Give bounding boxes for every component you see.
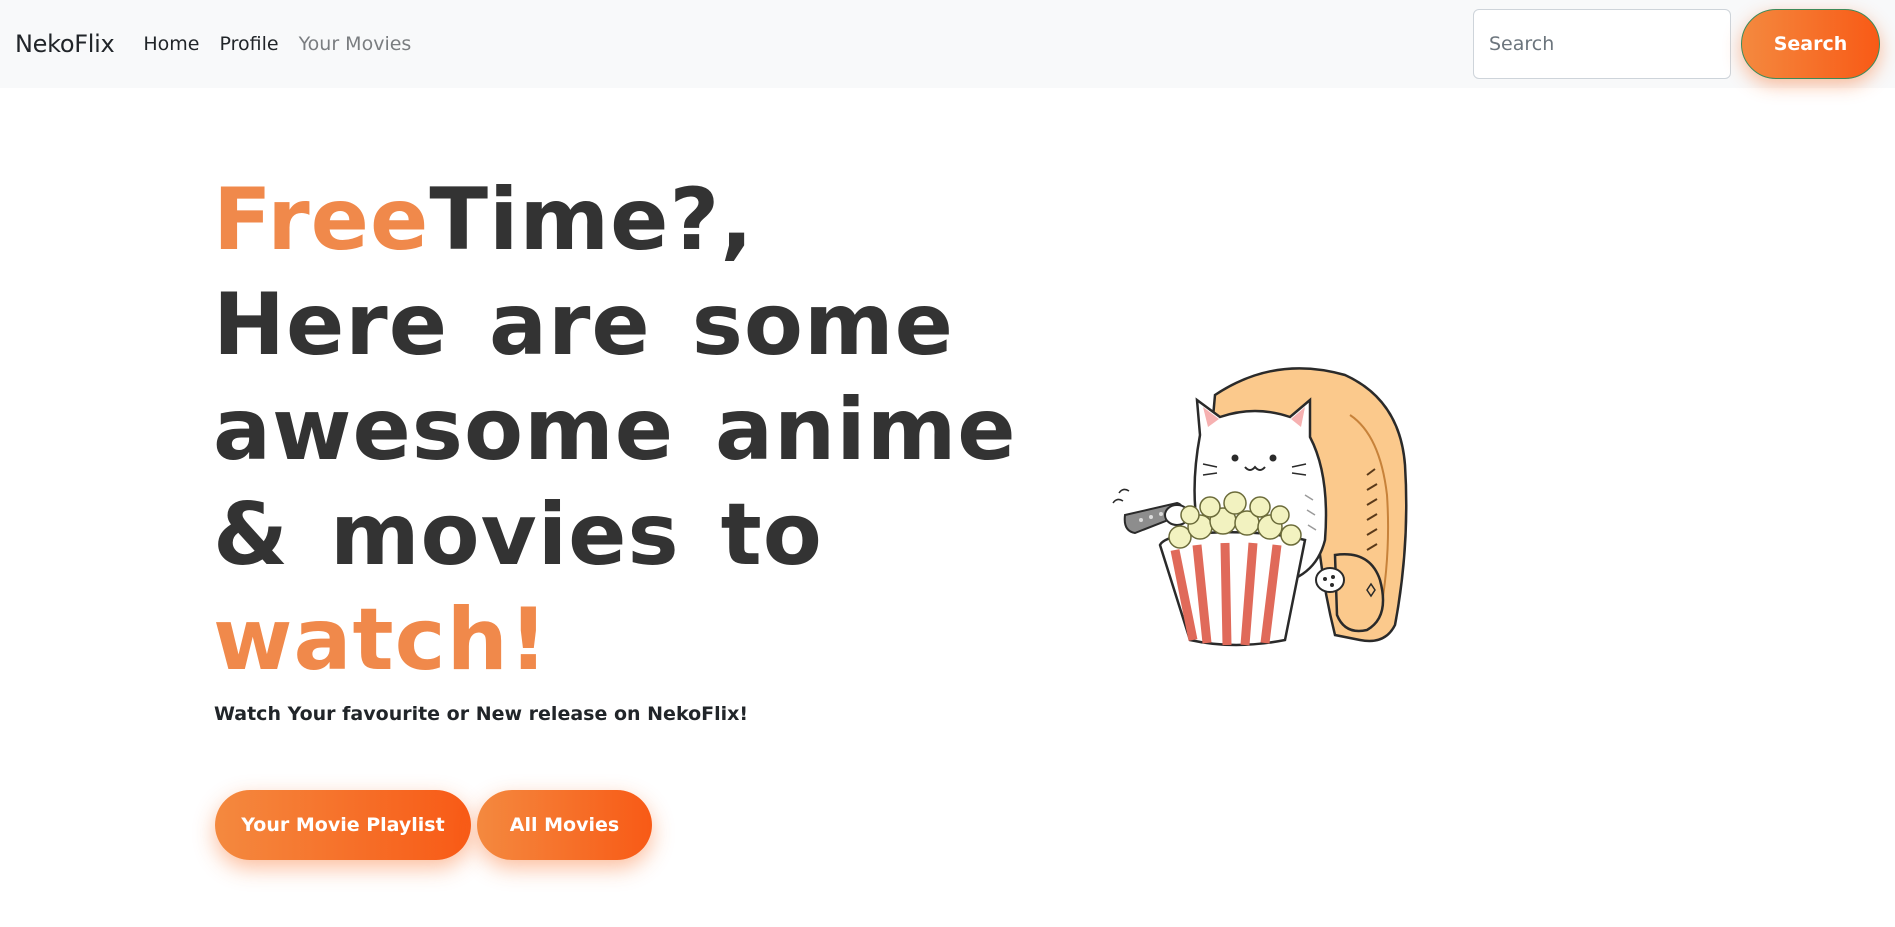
nav-link-home[interactable]: Home <box>143 33 199 55</box>
hero-title-line-2: Here are some <box>213 275 954 375</box>
hero-title-line-1: FreeTime?, <box>213 168 893 273</box>
navbar: NekoFlix Home Profile Your Movies Search <box>0 0 1895 88</box>
hero-title-line-3: awesome anime <box>213 380 1017 480</box>
movie-playlist-button[interactable]: Your Movie Playlist <box>215 790 471 860</box>
hero-title-accent-watch: watch! <box>213 590 550 690</box>
cat-popcorn-illustration <box>1105 355 1425 655</box>
hero-title-accent-free: Free <box>213 170 430 270</box>
cta-button-row: Your Movie Playlist All Movies <box>215 790 652 860</box>
all-movies-button[interactable]: All Movies <box>477 790 652 860</box>
brand-logo[interactable]: NekoFlix <box>15 30 115 58</box>
hero-title: FreeTime?, Here are some awesome anime &… <box>213 168 1017 693</box>
cat-popcorn-svg <box>1112 367 1408 647</box>
nav-link-your-movies[interactable]: Your Movies <box>299 33 412 55</box>
search-input[interactable] <box>1473 9 1731 79</box>
hero-title-time: Time?, <box>429 170 754 270</box>
hero-subtitle: Watch Your favourite or New release on N… <box>214 703 749 725</box>
hero-title-line-4: & movies to <box>213 485 823 585</box>
nav-link-profile[interactable]: Profile <box>220 33 279 55</box>
search-button[interactable]: Search <box>1741 9 1880 79</box>
